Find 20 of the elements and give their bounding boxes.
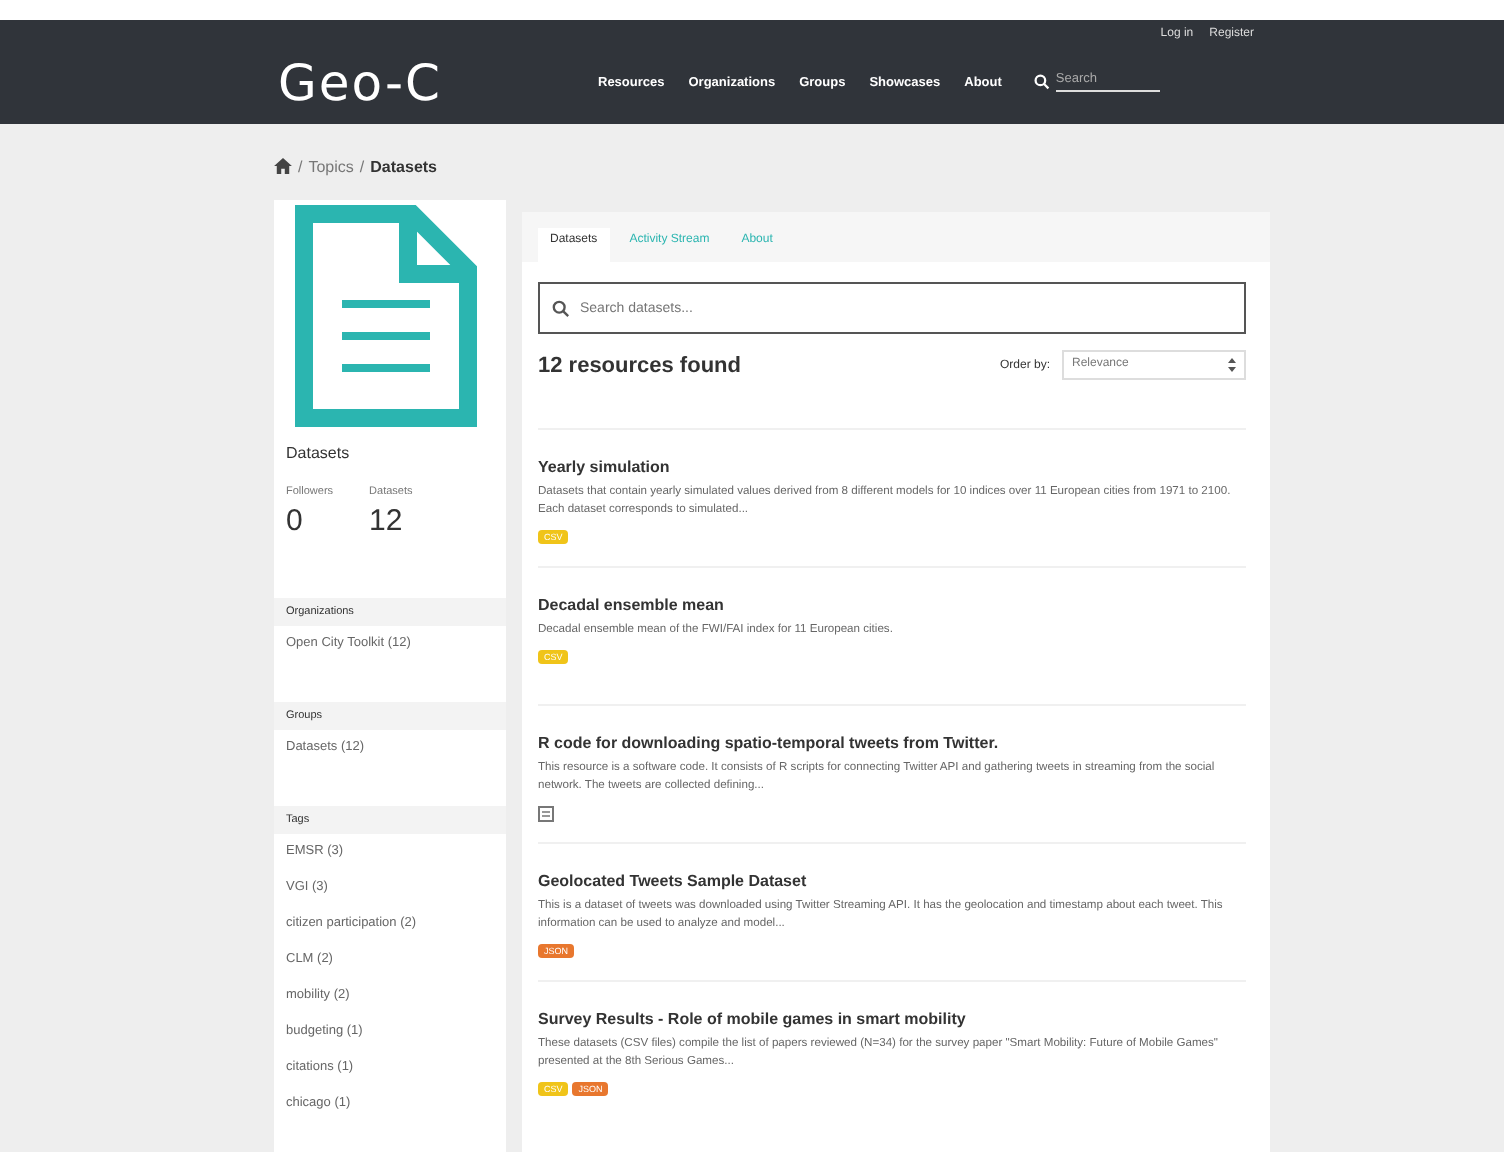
breadcrumb-separator: / [298,157,303,175]
home-icon[interactable] [274,158,292,174]
stat-value: 0 [286,504,305,538]
dataset-title[interactable]: Yearly simulation [538,458,1246,476]
breadcrumb-link[interactable]: Topics [308,157,354,175]
dataset-title[interactable]: Geolocated Tweets Sample Dataset [538,872,1246,890]
stat-value: 12 [369,504,405,538]
dataset-title[interactable]: R code for downloading spatio-temporal tweets from Twitter. [538,734,1246,752]
caret-icon [1228,358,1236,372]
site-logo[interactable]: Geo-C [278,53,598,111]
document-icon [294,204,478,428]
breadcrumb-link[interactable]: Datasets [370,157,438,175]
results-count: 12 resources found [538,353,743,377]
breadcrumb-separator: / [359,157,365,175]
dataset-title[interactable]: Decadal ensemble mean [538,596,1246,614]
search-icon [552,300,570,318]
topic-title: Datasets [284,442,352,462]
file-icon [538,806,554,822]
dataset-title[interactable]: Survey Results - Role of mobile games in smart mobility [538,1010,1246,1028]
search-icon [1033,74,1050,90]
